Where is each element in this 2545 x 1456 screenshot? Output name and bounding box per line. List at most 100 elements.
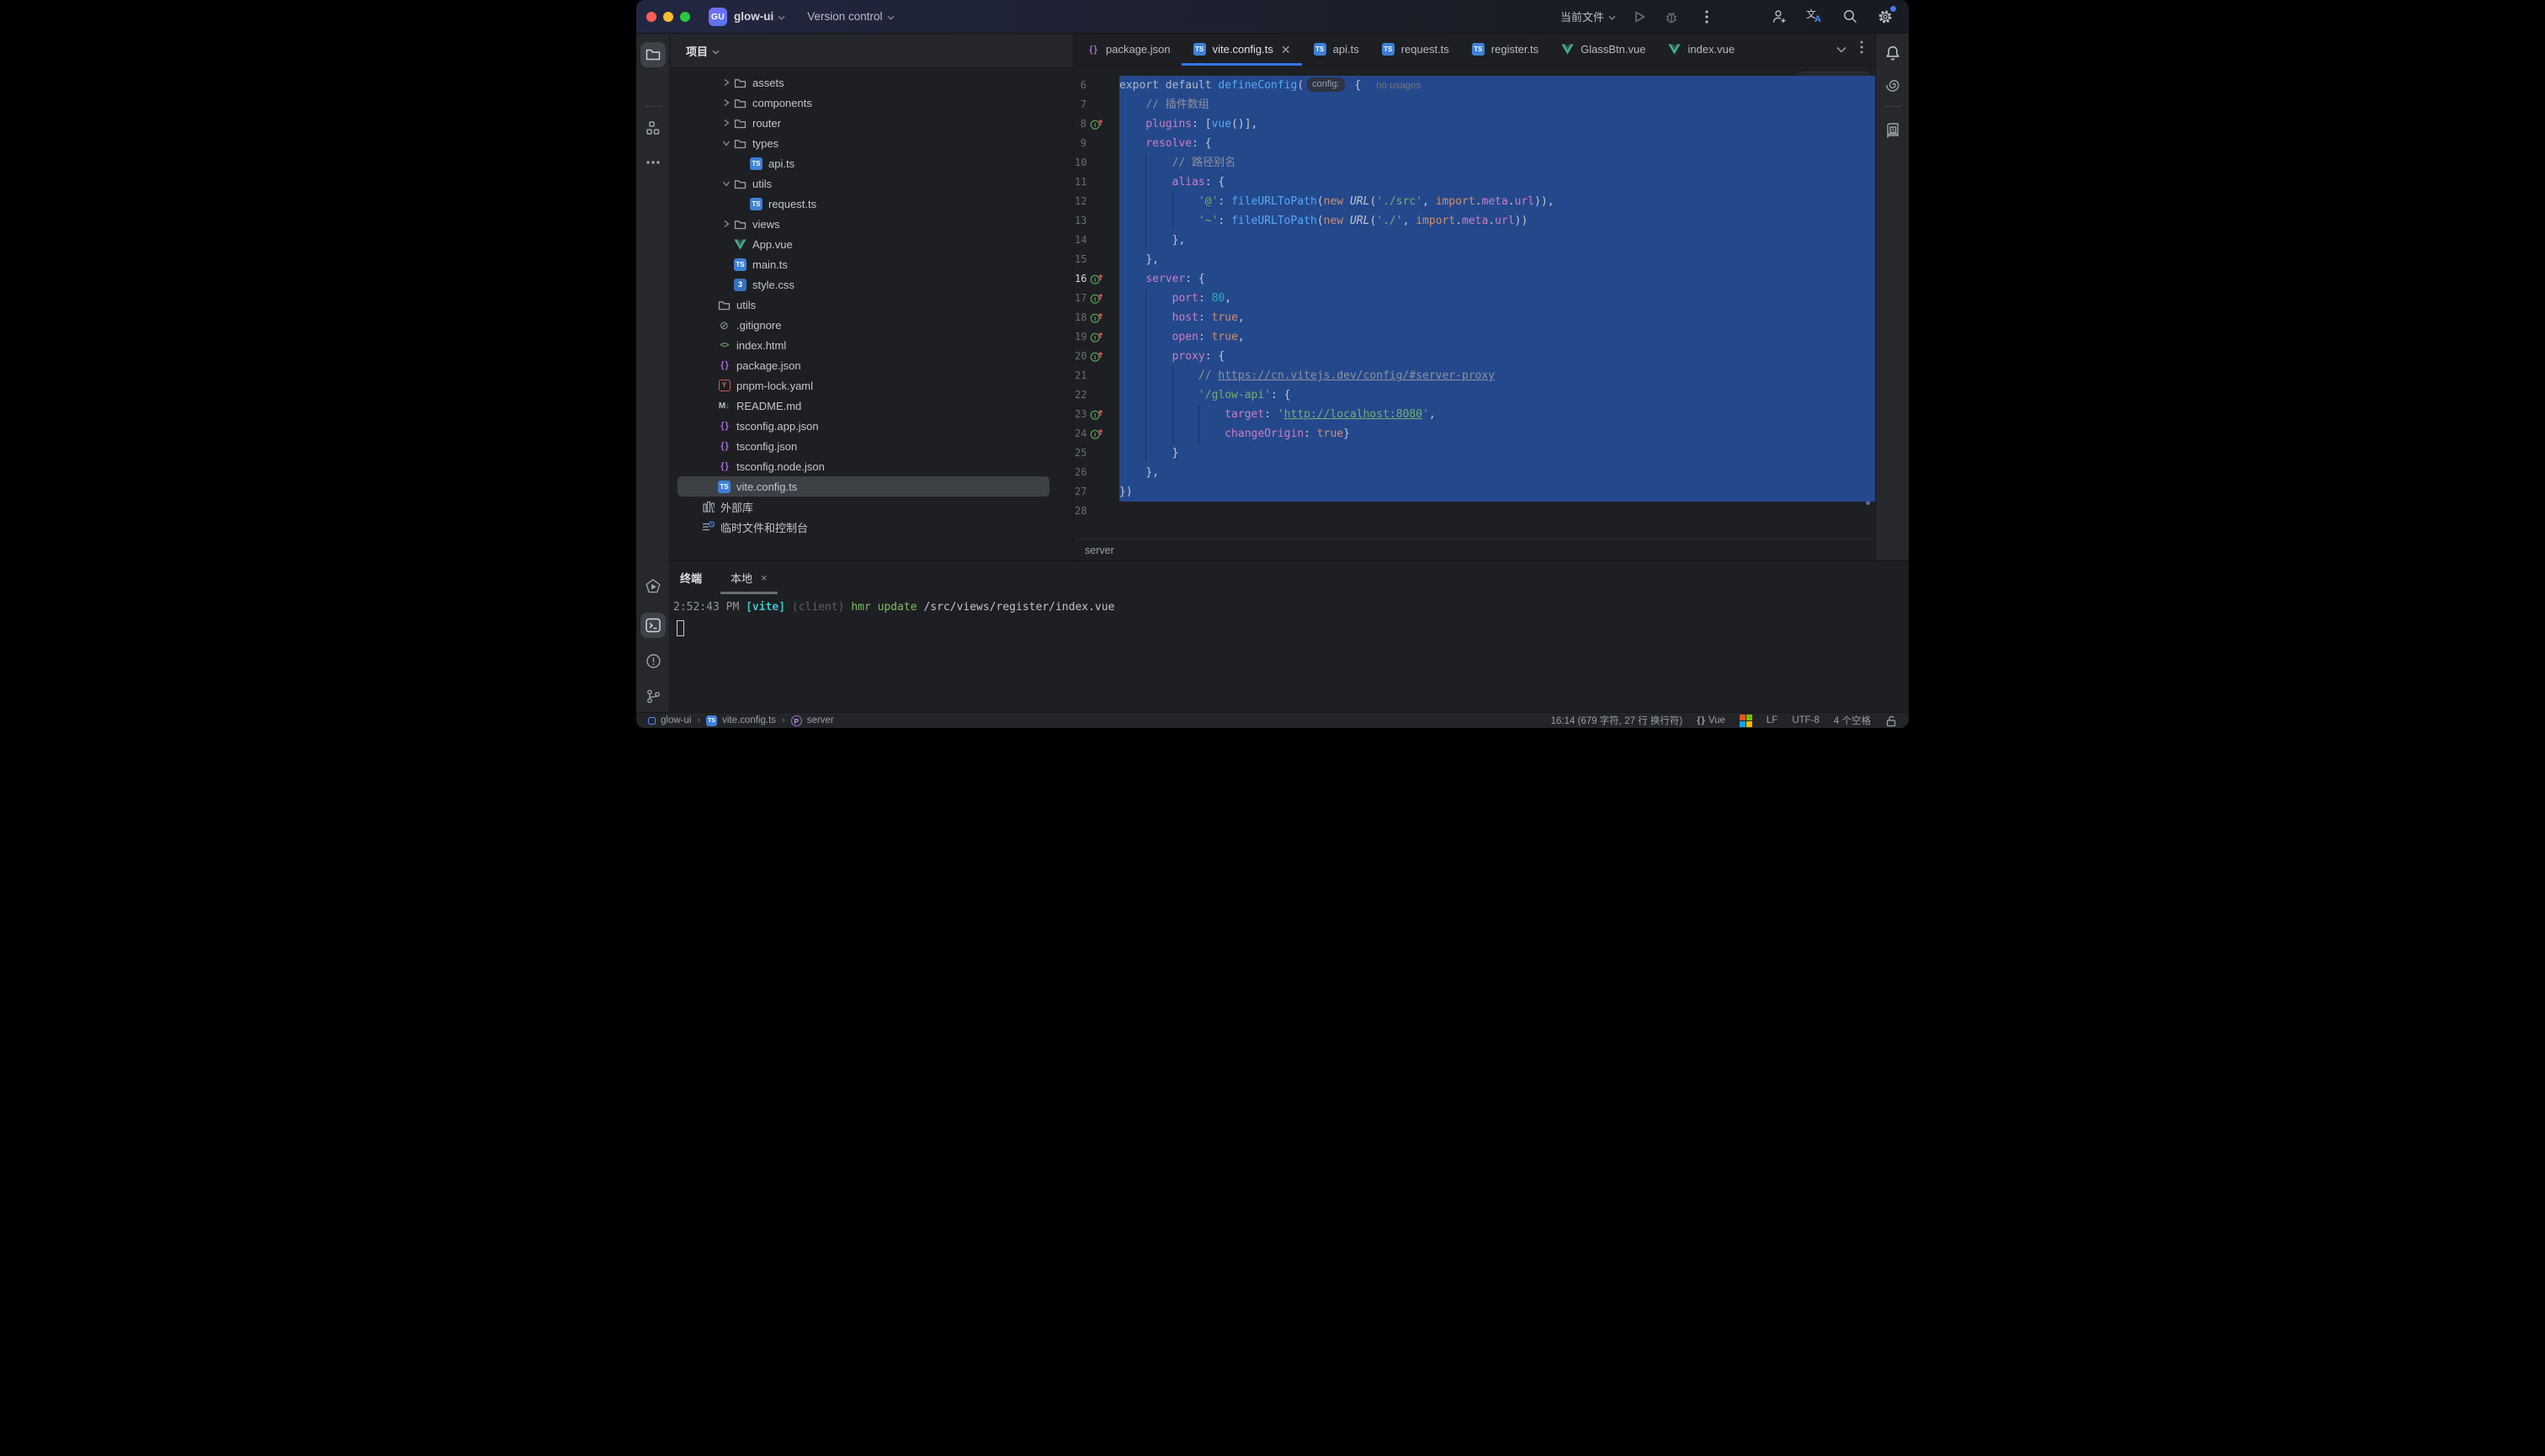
status-caret-position[interactable]: 16:14 (679 字符, 27 行 换行符) — [1551, 714, 1683, 727]
tree-item-router[interactable]: router — [671, 113, 1073, 133]
vcs-widget[interactable]: Version control — [807, 10, 882, 23]
tree-item-tsconfig.app.json[interactable]: { }tsconfig.app.json — [671, 416, 1073, 436]
tree-item-pnpm-lock.yaml[interactable]: Ypnpm-lock.yaml — [671, 375, 1073, 396]
chevron-right-icon[interactable] — [719, 119, 733, 127]
debug-button[interactable] — [1661, 7, 1682, 27]
gutter-intention-icon[interactable]: I — [1090, 273, 1103, 285]
run-button[interactable] — [1629, 7, 1650, 27]
json-file-icon: { } — [717, 419, 731, 433]
editor-tab-register.ts[interactable]: TSregister.ts — [1460, 34, 1549, 65]
tree-item-components[interactable]: components — [671, 93, 1073, 113]
run-configuration-widget[interactable]: 当前文件 — [1560, 8, 1604, 24]
code-with-me-icon[interactable] — [1769, 7, 1789, 27]
status-readonly-toggle[interactable] — [1885, 715, 1897, 727]
close-tab-icon[interactable]: ✕ — [1281, 44, 1291, 56]
tree-item-tsconfig.node.json[interactable]: { }tsconfig.node.json — [671, 456, 1073, 476]
translate-icon[interactable]: 文A — [1804, 7, 1825, 27]
tree-item-README.md[interactable]: M↓README.md — [671, 396, 1073, 416]
tree-item-types[interactable]: types — [671, 133, 1073, 153]
tree-item-外部库[interactable]: 外部库 — [671, 497, 1073, 517]
close-icon[interactable]: × — [761, 571, 768, 584]
code-line-text: host: true, — [1119, 308, 1875, 327]
breadcrumb-item[interactable]: server — [1085, 545, 1114, 556]
chevron-right-icon[interactable] — [719, 98, 733, 107]
gutter-intention-icon[interactable]: I — [1090, 331, 1103, 343]
structure-tool-button[interactable] — [640, 115, 666, 141]
tree-item-assets[interactable]: assets — [671, 72, 1073, 93]
status-ms-plugin[interactable] — [1740, 715, 1752, 727]
status-vue-context[interactable]: { }Vue — [1697, 715, 1725, 725]
git-tool-button[interactable] — [640, 683, 666, 709]
problems-tool-button[interactable] — [640, 648, 666, 673]
tree-item-style.css[interactable]: 3style.css — [671, 274, 1073, 295]
chevron-down-icon[interactable] — [719, 139, 733, 147]
gutter-intention-icon[interactable]: I — [1090, 350, 1103, 363]
ai-assistant-icon[interactable] — [1880, 72, 1905, 98]
project-switcher[interactable]: glow-ui — [734, 10, 773, 23]
close-window-button[interactable] — [646, 12, 656, 22]
chevron-right-icon[interactable] — [719, 78, 733, 87]
editor-tab-index.vue[interactable]: index.vue — [1656, 34, 1745, 65]
code-line-text: '~': fileURLToPath(new URL('./', import.… — [1119, 211, 1875, 231]
more-actions-button[interactable] — [1697, 7, 1717, 27]
editor-tab-vite.config.ts[interactable]: TSvite.config.ts✕ — [1182, 34, 1302, 65]
editor-tab-package.json[interactable]: { }package.json — [1075, 34, 1182, 65]
dictionary-plugin-icon[interactable]: A — [1880, 118, 1905, 143]
tree-item-request.ts[interactable]: TSrequest.ts — [671, 194, 1073, 214]
code-vision-usages[interactable]: no usages — [1376, 81, 1421, 91]
code-line-text: proxy: { — [1119, 347, 1875, 366]
chevron-down-icon — [887, 9, 895, 24]
gutter-intention-icon[interactable]: I — [1090, 408, 1103, 421]
tree-item-package.json[interactable]: { }package.json — [671, 355, 1073, 375]
gutter-intention-icon[interactable]: I — [1090, 292, 1103, 305]
terminal-output[interactable]: 2:52:43 PM [vite] (client) hmr update /s… — [671, 594, 1909, 712]
tree-item-api.ts[interactable]: TSapi.ts — [671, 153, 1073, 173]
stripe-divider — [1884, 106, 1901, 107]
services-tool-button[interactable] — [640, 574, 666, 599]
tree-item-utils[interactable]: utils — [671, 173, 1073, 194]
settings-gear-icon[interactable] — [1875, 7, 1895, 27]
terminal-panel-title[interactable]: 终端 — [680, 570, 702, 586]
status-crumb-glow-ui[interactable]: glow-ui — [648, 715, 691, 725]
status-crumb-vite.config.ts[interactable]: TSvite.config.ts — [706, 715, 776, 726]
code-editor[interactable]: 1 6export default defineConfig(config: {… — [1075, 66, 1875, 539]
editor-breadcrumbs[interactable]: server — [1075, 539, 1875, 561]
gutter-intention-icon[interactable]: I — [1090, 118, 1103, 130]
folder-icon — [733, 177, 747, 190]
editor-tab-GlassBtn.vue[interactable]: GlassBtn.vue — [1549, 34, 1656, 65]
tree-item-.gitignore[interactable]: ⊘.gitignore — [671, 315, 1073, 335]
chevron-right-icon[interactable] — [719, 220, 733, 228]
status-crumb-server[interactable]: Pserver — [791, 715, 834, 726]
line-number: 14 — [1075, 231, 1087, 250]
editor-tab-request.ts[interactable]: TSrequest.ts — [1370, 34, 1460, 65]
chevron-down-icon[interactable] — [719, 179, 733, 188]
project-panel-header[interactable]: 项目 — [671, 34, 1073, 68]
status-indent[interactable]: 4 个空格 — [1834, 714, 1871, 727]
status-line-separator[interactable]: LF — [1767, 715, 1777, 725]
more-tool-windows-button[interactable] — [640, 150, 666, 175]
tree-item-index.html[interactable]: <>index.html — [671, 335, 1073, 355]
tree-item-App.vue[interactable]: App.vue — [671, 234, 1073, 254]
project-tool-button[interactable] — [640, 42, 666, 67]
tree-item-临时文件和控制台[interactable]: 临时文件和控制台 — [671, 517, 1073, 537]
search-everywhere-icon[interactable] — [1840, 7, 1860, 27]
parameter-inlay-hint[interactable]: config: — [1307, 77, 1344, 92]
svg-text:I: I — [1094, 412, 1096, 419]
hidden-tabs-chevron-icon[interactable] — [1836, 42, 1846, 57]
terminal-tab-local[interactable]: 本地 × — [725, 561, 773, 594]
tab-label: package.json — [1106, 43, 1171, 56]
tab-options-kebab-icon[interactable] — [1860, 40, 1863, 58]
tree-item-views[interactable]: views — [671, 214, 1073, 234]
editor-tab-api.ts[interactable]: TSapi.ts — [1302, 34, 1370, 65]
notifications-bell-icon[interactable] — [1880, 40, 1905, 66]
tree-item-utils[interactable]: utils — [671, 295, 1073, 315]
gutter-intention-icon[interactable]: I — [1090, 311, 1103, 324]
fullscreen-window-button[interactable] — [680, 12, 690, 22]
tree-item-vite.config.ts[interactable]: TSvite.config.ts — [671, 476, 1073, 497]
terminal-tool-button[interactable] — [640, 613, 666, 638]
tree-item-tsconfig.json[interactable]: { }tsconfig.json — [671, 436, 1073, 456]
status-encoding[interactable]: UTF-8 — [1792, 715, 1820, 725]
tree-item-main.ts[interactable]: TSmain.ts — [671, 254, 1073, 274]
gutter-intention-icon[interactable]: I — [1090, 428, 1103, 440]
minimize-window-button[interactable] — [663, 12, 673, 22]
